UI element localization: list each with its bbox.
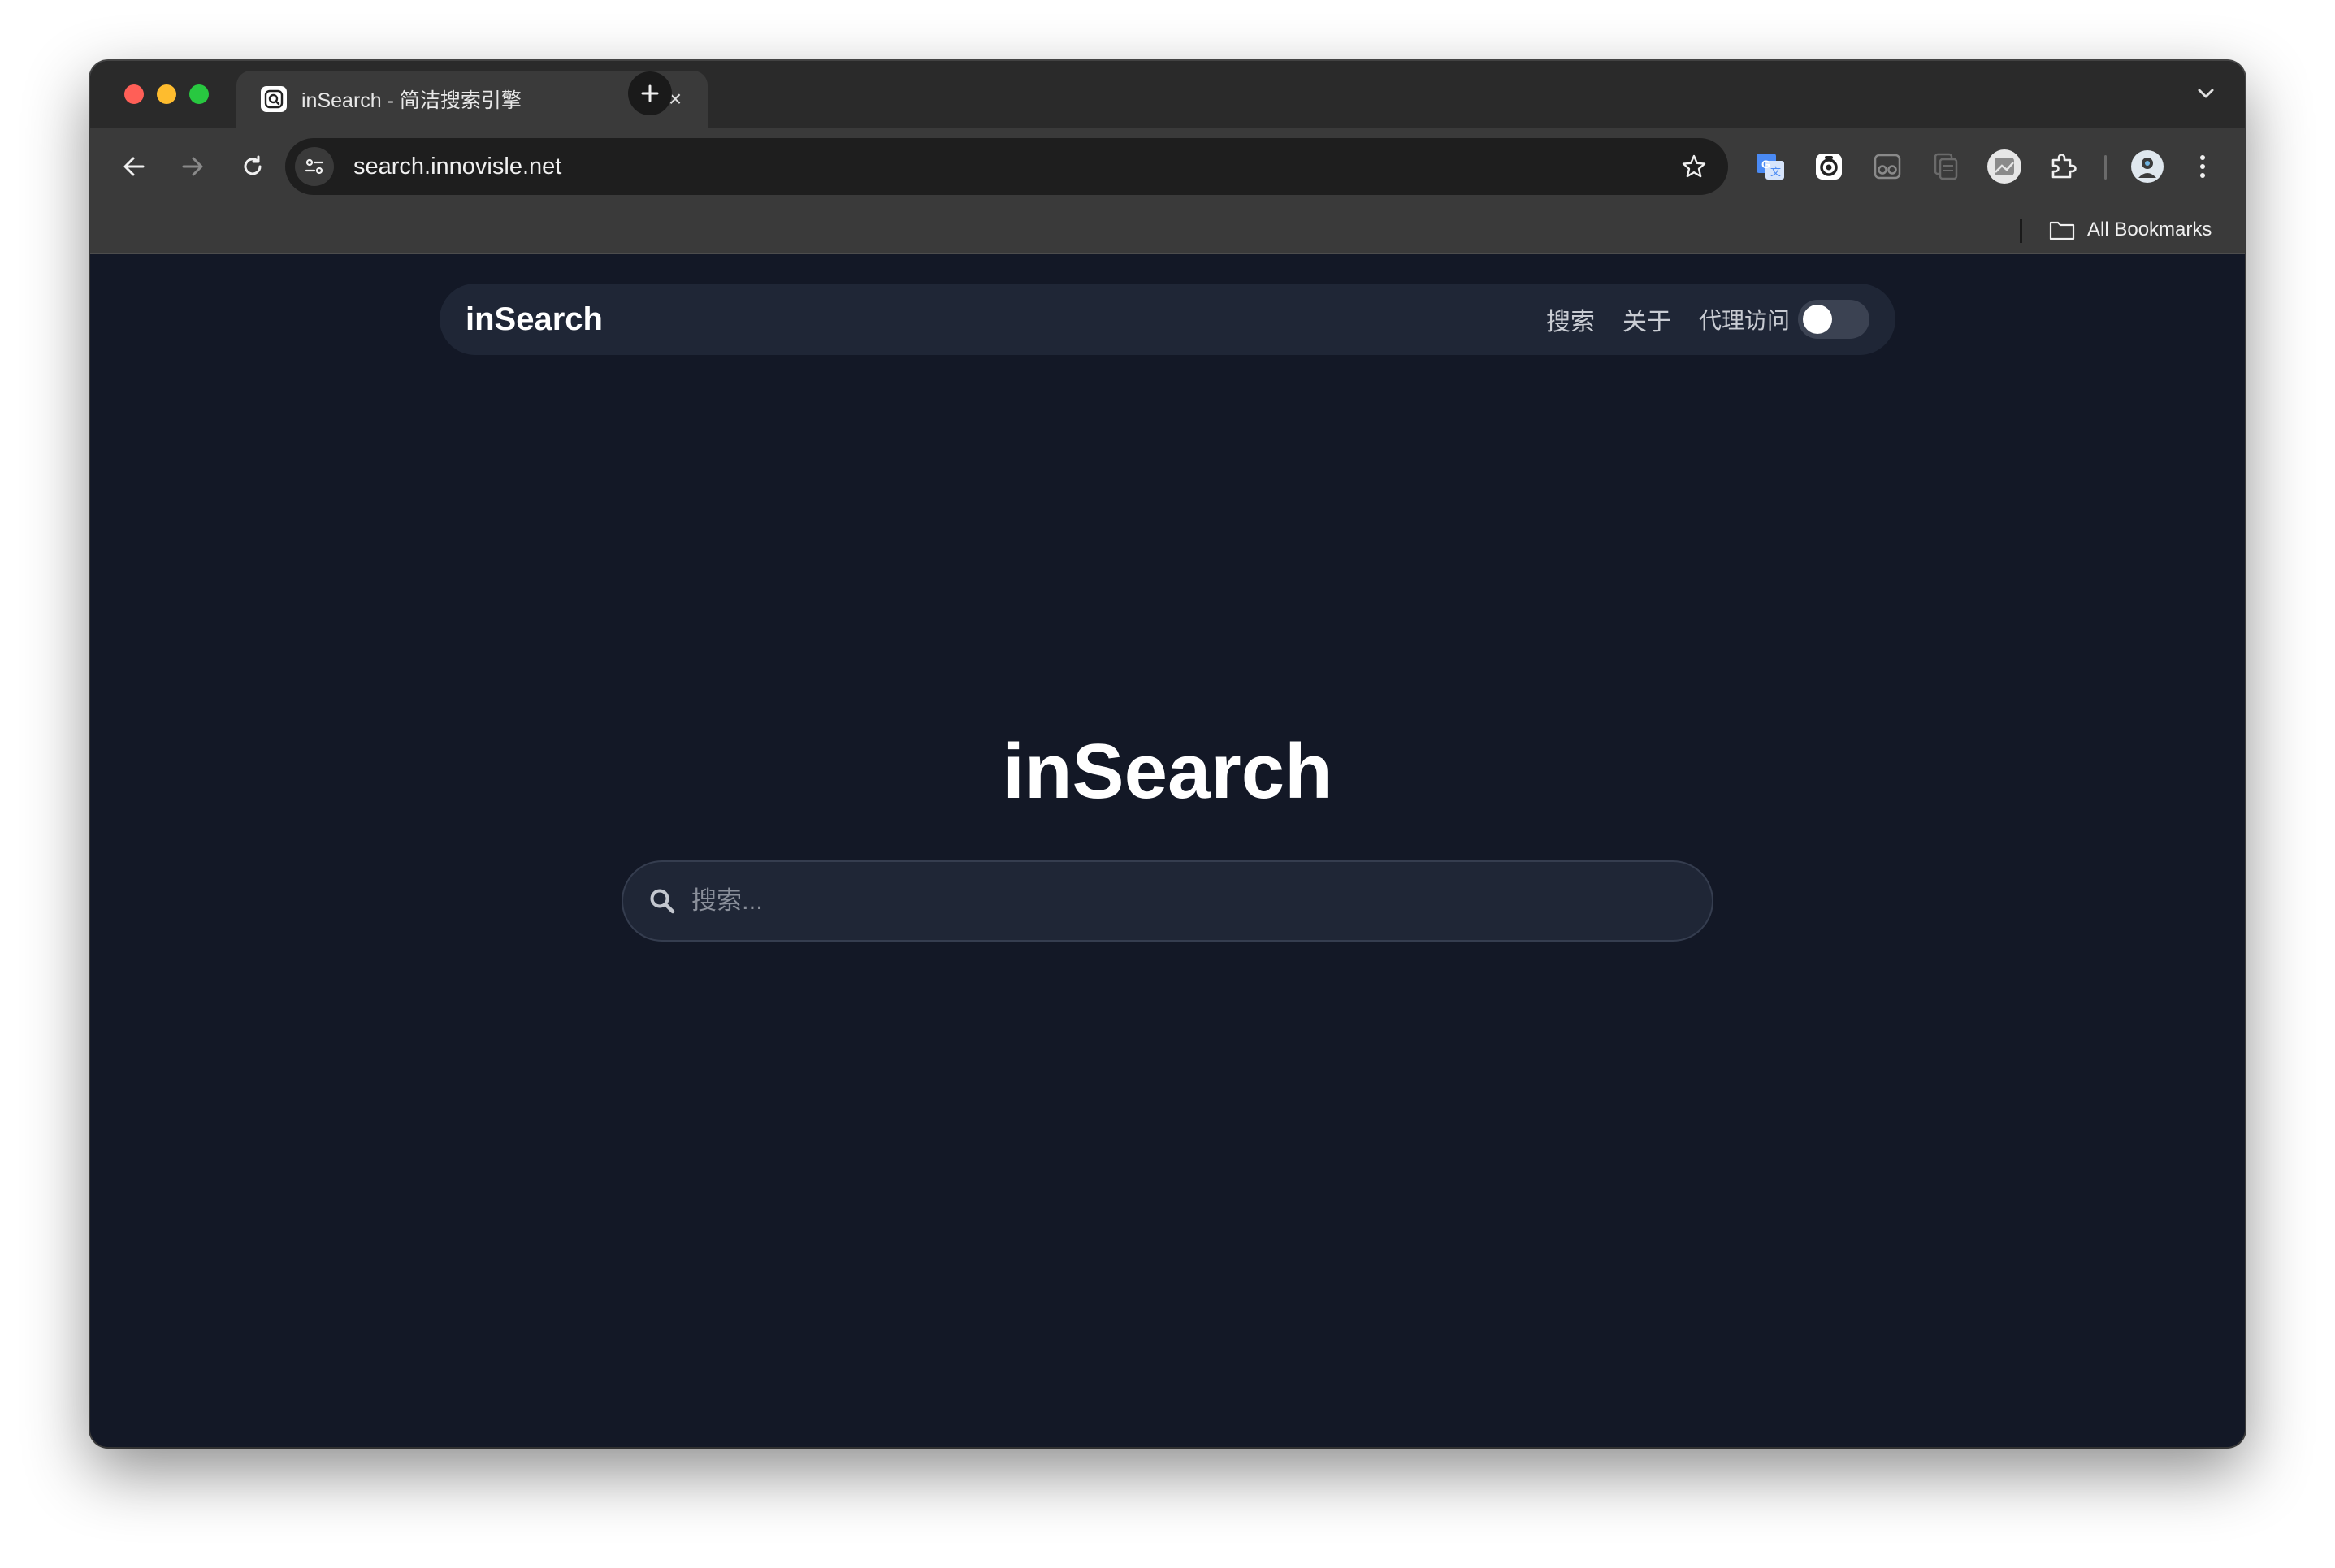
close-window-button[interactable] xyxy=(124,84,144,104)
tab-search-chevron-icon[interactable] xyxy=(2190,77,2222,110)
plus-icon xyxy=(641,84,659,102)
svg-text:文: 文 xyxy=(1770,167,1781,179)
browser-menu-icon[interactable] xyxy=(2181,145,2224,188)
url-text[interactable]: search.innovisle.net xyxy=(353,154,1674,180)
proxy-access-toggle[interactable] xyxy=(1798,300,1869,339)
star-icon[interactable] xyxy=(1674,147,1713,186)
toggle-knob xyxy=(1803,305,1832,334)
nav-link-about[interactable]: 关于 xyxy=(1622,301,1671,337)
hero-title: inSearch xyxy=(1003,728,1332,815)
site-brand[interactable]: inSearch xyxy=(466,301,1518,338)
extensions-puzzle-icon[interactable] xyxy=(2042,145,2084,188)
back-icon[interactable] xyxy=(115,147,154,186)
maximize-window-button[interactable] xyxy=(189,84,209,104)
browser-toolbar: search.innovisle.net G 文 xyxy=(90,128,2245,206)
profile-avatar-icon[interactable] xyxy=(2126,145,2168,188)
reader-glasses-icon[interactable] xyxy=(1866,145,1908,188)
search-input[interactable] xyxy=(690,877,1712,925)
forward-icon[interactable] xyxy=(173,147,212,186)
tab-title: inSearch - 简洁搜索引擎 xyxy=(301,89,522,112)
all-bookmarks-button[interactable]: All Bookmarks xyxy=(2048,214,2212,246)
search-icon xyxy=(646,885,678,917)
bookmarks-divider xyxy=(2020,219,2022,243)
copy-icon[interactable] xyxy=(1925,145,1967,188)
tab-strip: inSearch - 简洁搜索引擎 × xyxy=(90,61,2245,128)
insearch-favicon-icon xyxy=(261,86,287,112)
search-box[interactable] xyxy=(622,860,1713,942)
browser-window: inSearch - 简洁搜索引擎 × search.innovisle.net… xyxy=(90,61,2245,1447)
proxy-access-label: 代理访问 xyxy=(1698,308,1790,333)
new-tab-button[interactable] xyxy=(628,71,672,115)
svg-text:G: G xyxy=(1761,158,1770,171)
all-bookmarks-label: All Bookmarks xyxy=(2087,219,2212,240)
minimize-window-button[interactable] xyxy=(157,84,176,104)
nav-link-search[interactable]: 搜索 xyxy=(1546,301,1595,337)
site-navbar: inSearch 搜索 关于 代理访问 xyxy=(440,284,1895,355)
page-content: inSearch 搜索 关于 代理访问 inSearch xyxy=(90,256,2245,1447)
bookmarks-bar: All Bookmarks xyxy=(90,206,2245,254)
translate-icon[interactable]: G 文 xyxy=(1749,145,1791,188)
reload-icon[interactable] xyxy=(233,147,272,186)
site-info-icon[interactable] xyxy=(295,147,334,186)
toolbar-divider xyxy=(2104,155,2107,180)
screenshot-icon[interactable] xyxy=(1808,145,1850,188)
avatar-extension-icon[interactable] xyxy=(1983,145,2025,188)
address-bar[interactable]: search.innovisle.net xyxy=(285,138,1728,195)
folder-icon xyxy=(2049,221,2075,240)
